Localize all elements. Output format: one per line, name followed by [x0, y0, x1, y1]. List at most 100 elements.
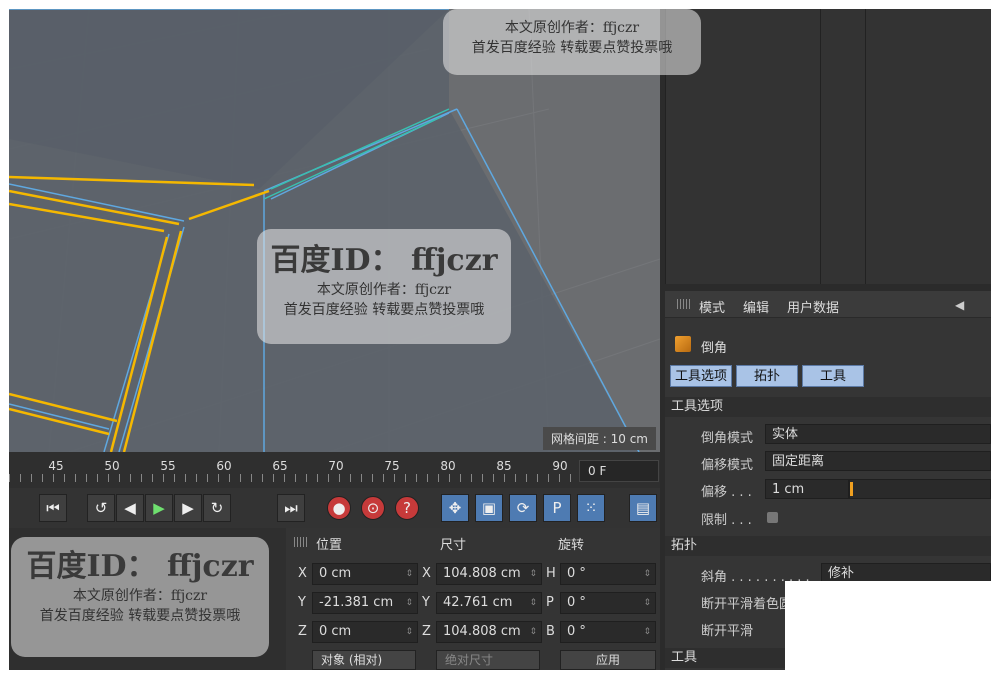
tab-topology[interactable]: 拓扑 — [736, 365, 798, 387]
pos-y-value: -21.381 cm — [319, 595, 394, 610]
play-icon[interactable]: ▶ — [145, 494, 173, 522]
size-header: 尺寸 — [440, 538, 467, 553]
bevel-tool-icon — [675, 336, 691, 352]
position-header: 位置 — [316, 538, 343, 553]
watermark-line3: 首发百度经验 转载要点赞投票哦 — [283, 302, 485, 318]
offset-slider[interactable] — [849, 479, 991, 499]
watermark-line3: 首发百度经验 转载要点赞投票哦 — [471, 40, 673, 56]
spinner-icon[interactable]: ⇕ — [529, 564, 537, 584]
section-topology: 拓扑 — [665, 536, 991, 556]
coordinates-manager: 位置 尺寸 旋转 X 0 cm ⇕ X 104.808 cm ⇕ H 0 ° ⇕ Y … — [286, 528, 660, 670]
white-occlusion — [785, 581, 991, 670]
limit-checkbox[interactable] — [767, 512, 778, 523]
watermark-line2: 本文原创作者：ffjczr — [72, 588, 208, 604]
tick-label: 60 — [216, 459, 232, 473]
rot-h-label: H — [546, 566, 556, 581]
coord-mode-dropdown[interactable]: 对象 (相对) — [312, 650, 416, 670]
offset-slider-handle[interactable] — [850, 482, 853, 496]
rot-h-value: 0 ° — [567, 566, 586, 581]
pos-y-label: Y — [298, 595, 306, 610]
current-frame-field[interactable]: 0 F — [579, 460, 659, 482]
go-to-end-icon[interactable]: ⏭ — [277, 494, 305, 522]
offset-label: 偏移 . . . — [701, 485, 752, 500]
timeline-ruler[interactable]: 45 50 55 60 65 70 75 80 85 90 — [9, 452, 574, 488]
spinner-icon[interactable]: ⇕ — [643, 622, 651, 642]
spinner-icon[interactable]: ⇕ — [643, 593, 651, 613]
section-tool-options: 工具选项 — [665, 397, 991, 417]
watermark-top: 本文原创作者：ffjczr 首发百度经验 转载要点赞投票哦 — [443, 17, 701, 57]
film-strip-icon[interactable]: ▤ — [629, 494, 657, 522]
app-window: 网格间距 : 10 cm 模式 编辑 用户数据 ◀ 倒角 工具选项 拓扑 工具 … — [9, 9, 991, 670]
spinner-icon[interactable]: ⇕ — [405, 622, 413, 642]
break-phong2-label: 断开平滑 — [701, 624, 754, 639]
size-z-input[interactable]: 104.808 cm ⇕ — [436, 621, 542, 643]
timeline[interactable]: 45 50 55 60 65 70 75 80 85 90 0 F — [9, 452, 660, 488]
keyframe-selection-icon[interactable]: ? — [395, 496, 419, 520]
rot-p-value: 0 ° — [567, 595, 586, 610]
transport-bar: ⏮ ↺ ◀ ▶ ▶ ↻ ⏭ ● ⊙ ? ✥ ▣ ⟳ P ⁙ ▤ — [9, 488, 660, 528]
watermark-center: 百度ID： ffjczr 本文原创作者：ffjczr 首发百度经验 转载要点赞投… — [257, 235, 511, 319]
tick-label: 85 — [496, 459, 512, 473]
size-z-value: 104.808 cm — [443, 624, 521, 639]
spinner-icon[interactable]: ⇕ — [529, 622, 537, 642]
tick-label: 75 — [384, 459, 400, 473]
param-p-icon[interactable]: P — [543, 494, 571, 522]
prev-key-icon[interactable]: ↺ — [87, 494, 115, 522]
panel-grip-icon[interactable] — [294, 537, 308, 547]
spinner-icon[interactable]: ⇕ — [405, 593, 413, 613]
rot-p-input[interactable]: 0 ° ⇕ — [560, 592, 656, 614]
panel-grip-icon[interactable] — [677, 299, 691, 309]
tick-label: 90 — [552, 459, 568, 473]
tick-label: 45 — [48, 459, 64, 473]
menu-mode[interactable]: 模式 — [699, 297, 725, 316]
grid-spacing-label: 网格间距 : 10 cm — [542, 427, 656, 450]
size-mode-dropdown[interactable]: 绝对尺寸 — [436, 650, 540, 670]
pos-z-input[interactable]: 0 cm ⇕ — [312, 621, 418, 643]
object-manager[interactable] — [665, 9, 991, 284]
rot-b-label: B — [546, 624, 555, 639]
size-x-label: X — [422, 566, 431, 581]
size-y-input[interactable]: 42.761 cm ⇕ — [436, 592, 542, 614]
move-param-icon[interactable]: ✥ — [441, 494, 469, 522]
spinner-icon[interactable]: ⇕ — [529, 593, 537, 613]
watermark-line2: 本文原创作者：ffjczr — [316, 282, 452, 298]
spinner-icon[interactable]: ⇕ — [405, 564, 413, 584]
rotate-param-icon[interactable]: ⟳ — [509, 494, 537, 522]
pos-x-value: 0 cm — [319, 566, 352, 581]
spinner-icon[interactable]: ⇕ — [643, 564, 651, 584]
timeline-ticks — [9, 474, 574, 482]
point-level-icon[interactable]: ⁙ — [577, 494, 605, 522]
go-to-start-icon[interactable]: ⏮ — [39, 494, 67, 522]
pos-x-input[interactable]: 0 cm ⇕ — [312, 563, 418, 585]
offset-input[interactable]: 1 cm — [765, 479, 849, 499]
autokey-icon[interactable]: ⊙ — [361, 496, 385, 520]
next-key-icon[interactable]: ↻ — [203, 494, 231, 522]
rot-h-input[interactable]: 0 ° ⇕ — [560, 563, 656, 585]
rot-b-value: 0 ° — [567, 624, 586, 639]
size-x-value: 104.808 cm — [443, 566, 521, 581]
menu-user-data[interactable]: 用户数据 — [787, 297, 839, 316]
scale-param-icon[interactable]: ▣ — [475, 494, 503, 522]
tick-label: 65 — [272, 459, 288, 473]
prev-frame-icon[interactable]: ◀ — [116, 494, 144, 522]
apply-button[interactable]: 应用 — [560, 650, 656, 670]
rotation-header: 旋转 — [558, 538, 585, 553]
pos-y-input[interactable]: -21.381 cm ⇕ — [312, 592, 418, 614]
back-arrow-icon[interactable]: ◀ — [955, 298, 964, 312]
tick-label: 70 — [328, 459, 344, 473]
limit-label: 限制 . . . — [701, 513, 752, 528]
menu-edit[interactable]: 编辑 — [743, 297, 769, 316]
size-x-input[interactable]: 104.808 cm ⇕ — [436, 563, 542, 585]
record-icon[interactable]: ● — [327, 496, 351, 520]
bevel-mode-select[interactable]: 实体 — [765, 424, 991, 444]
watermark-lower-left: 百度ID： ffjczr 本文原创作者：ffjczr 首发百度经验 转载要点赞投… — [11, 541, 269, 625]
tab-tool[interactable]: 工具 — [802, 365, 864, 387]
miter-select[interactable]: 修补 — [821, 563, 991, 583]
attributes-manager: 模式 编辑 用户数据 ◀ 倒角 工具选项 拓扑 工具 工具选项 倒角模式 实体 … — [665, 291, 991, 670]
rot-b-input[interactable]: 0 ° ⇕ — [560, 621, 656, 643]
tab-tool-options[interactable]: 工具选项 — [670, 365, 732, 387]
offset-mode-select[interactable]: 固定距离 — [765, 451, 991, 471]
rot-p-label: P — [546, 595, 554, 610]
watermark-line3: 首发百度经验 转载要点赞投票哦 — [39, 608, 241, 624]
next-frame-icon[interactable]: ▶ — [174, 494, 202, 522]
